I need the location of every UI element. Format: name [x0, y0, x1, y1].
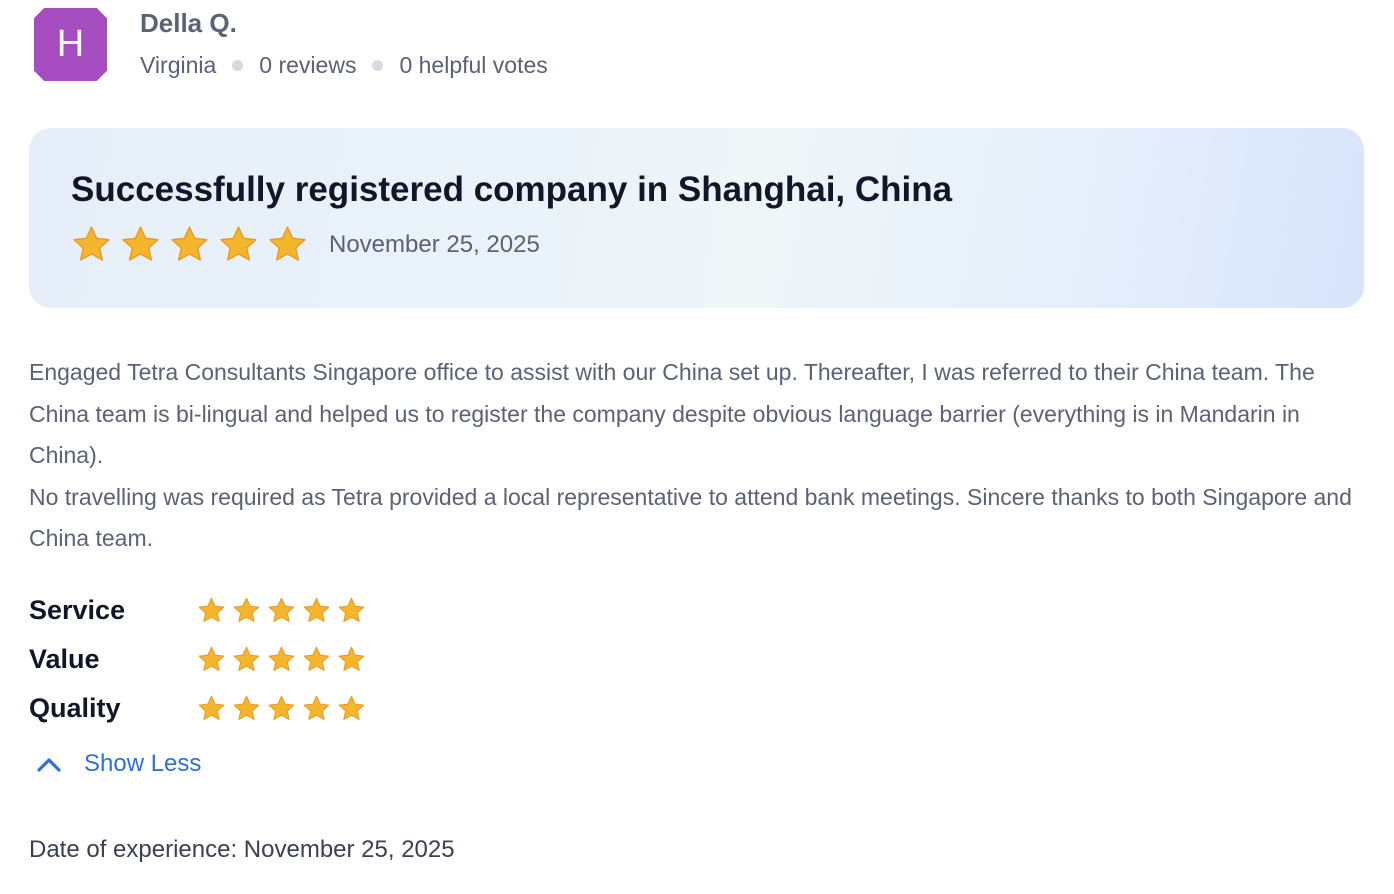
star-icon — [122, 226, 159, 261]
date-of-experience: Date of experience: November 25, 2025 — [29, 836, 455, 863]
star-icon — [338, 695, 365, 720]
review-rating: November 25, 2025 — [71, 224, 540, 265]
separator-dot — [232, 59, 244, 71]
star-icon — [268, 597, 295, 622]
rating-row-value: Value — [29, 635, 372, 684]
star-icon — [198, 597, 225, 622]
review-body: Engaged Tetra Consultants Singapore offi… — [29, 352, 1359, 560]
rating-label: Value — [29, 644, 100, 674]
review-title-card: Successfully registered company in Shang… — [29, 128, 1364, 308]
rating-label: Quality — [29, 693, 121, 723]
review-body-paragraph: No travelling was required as Tetra prov… — [29, 483, 1352, 552]
reviewer-name[interactable]: Della Q. — [140, 8, 548, 38]
reviewer-header: H Della Q. Virginia 0 reviews 0 helpful … — [34, 8, 548, 81]
star-icon — [73, 226, 110, 261]
reviewer-helpful-votes: 0 helpful votes — [399, 52, 548, 78]
star-icon — [303, 597, 330, 622]
show-less-button[interactable]: Show Less — [34, 749, 201, 779]
review-page: H Della Q. Virginia 0 reviews 0 helpful … — [0, 0, 1394, 894]
star-icon — [198, 646, 225, 671]
rating-stars — [197, 645, 372, 674]
star-icon — [268, 646, 295, 671]
star-icon — [233, 646, 260, 671]
rating-stars — [197, 694, 372, 723]
star-icon — [198, 695, 225, 720]
review-title: Successfully registered company in Shang… — [71, 170, 953, 209]
rating-row-quality: Quality — [29, 684, 372, 733]
reviewer-review-count: 0 reviews — [259, 52, 357, 78]
star-icon — [268, 695, 295, 720]
star-icon — [338, 646, 365, 671]
chevron-up-icon — [37, 758, 61, 772]
star-icon — [303, 695, 330, 720]
star-icon — [269, 226, 306, 261]
show-less-label: Show Less — [84, 750, 202, 777]
star-icon — [303, 646, 330, 671]
category-ratings: Service Value Quality — [29, 586, 372, 733]
review-body-paragraph: Engaged Tetra Consultants Singapore offi… — [29, 359, 1315, 468]
star-icon — [233, 597, 260, 622]
reviewer-meta: Virginia 0 reviews 0 helpful votes — [140, 51, 548, 79]
rating-label: Service — [29, 595, 126, 625]
rating-stars — [197, 596, 372, 625]
separator-dot — [372, 59, 384, 71]
review-date: November 25, 2025 — [329, 230, 540, 258]
star-icon — [233, 695, 260, 720]
star-icon — [338, 597, 365, 622]
reviewer-location: Virginia — [140, 52, 217, 78]
avatar[interactable]: H — [34, 8, 107, 81]
reviewer-info: Della Q. Virginia 0 reviews 0 helpful vo… — [140, 8, 548, 79]
star-icon — [171, 226, 208, 261]
star-icon — [220, 226, 257, 261]
review-star-row — [71, 224, 316, 265]
rating-row-service: Service — [29, 586, 372, 635]
